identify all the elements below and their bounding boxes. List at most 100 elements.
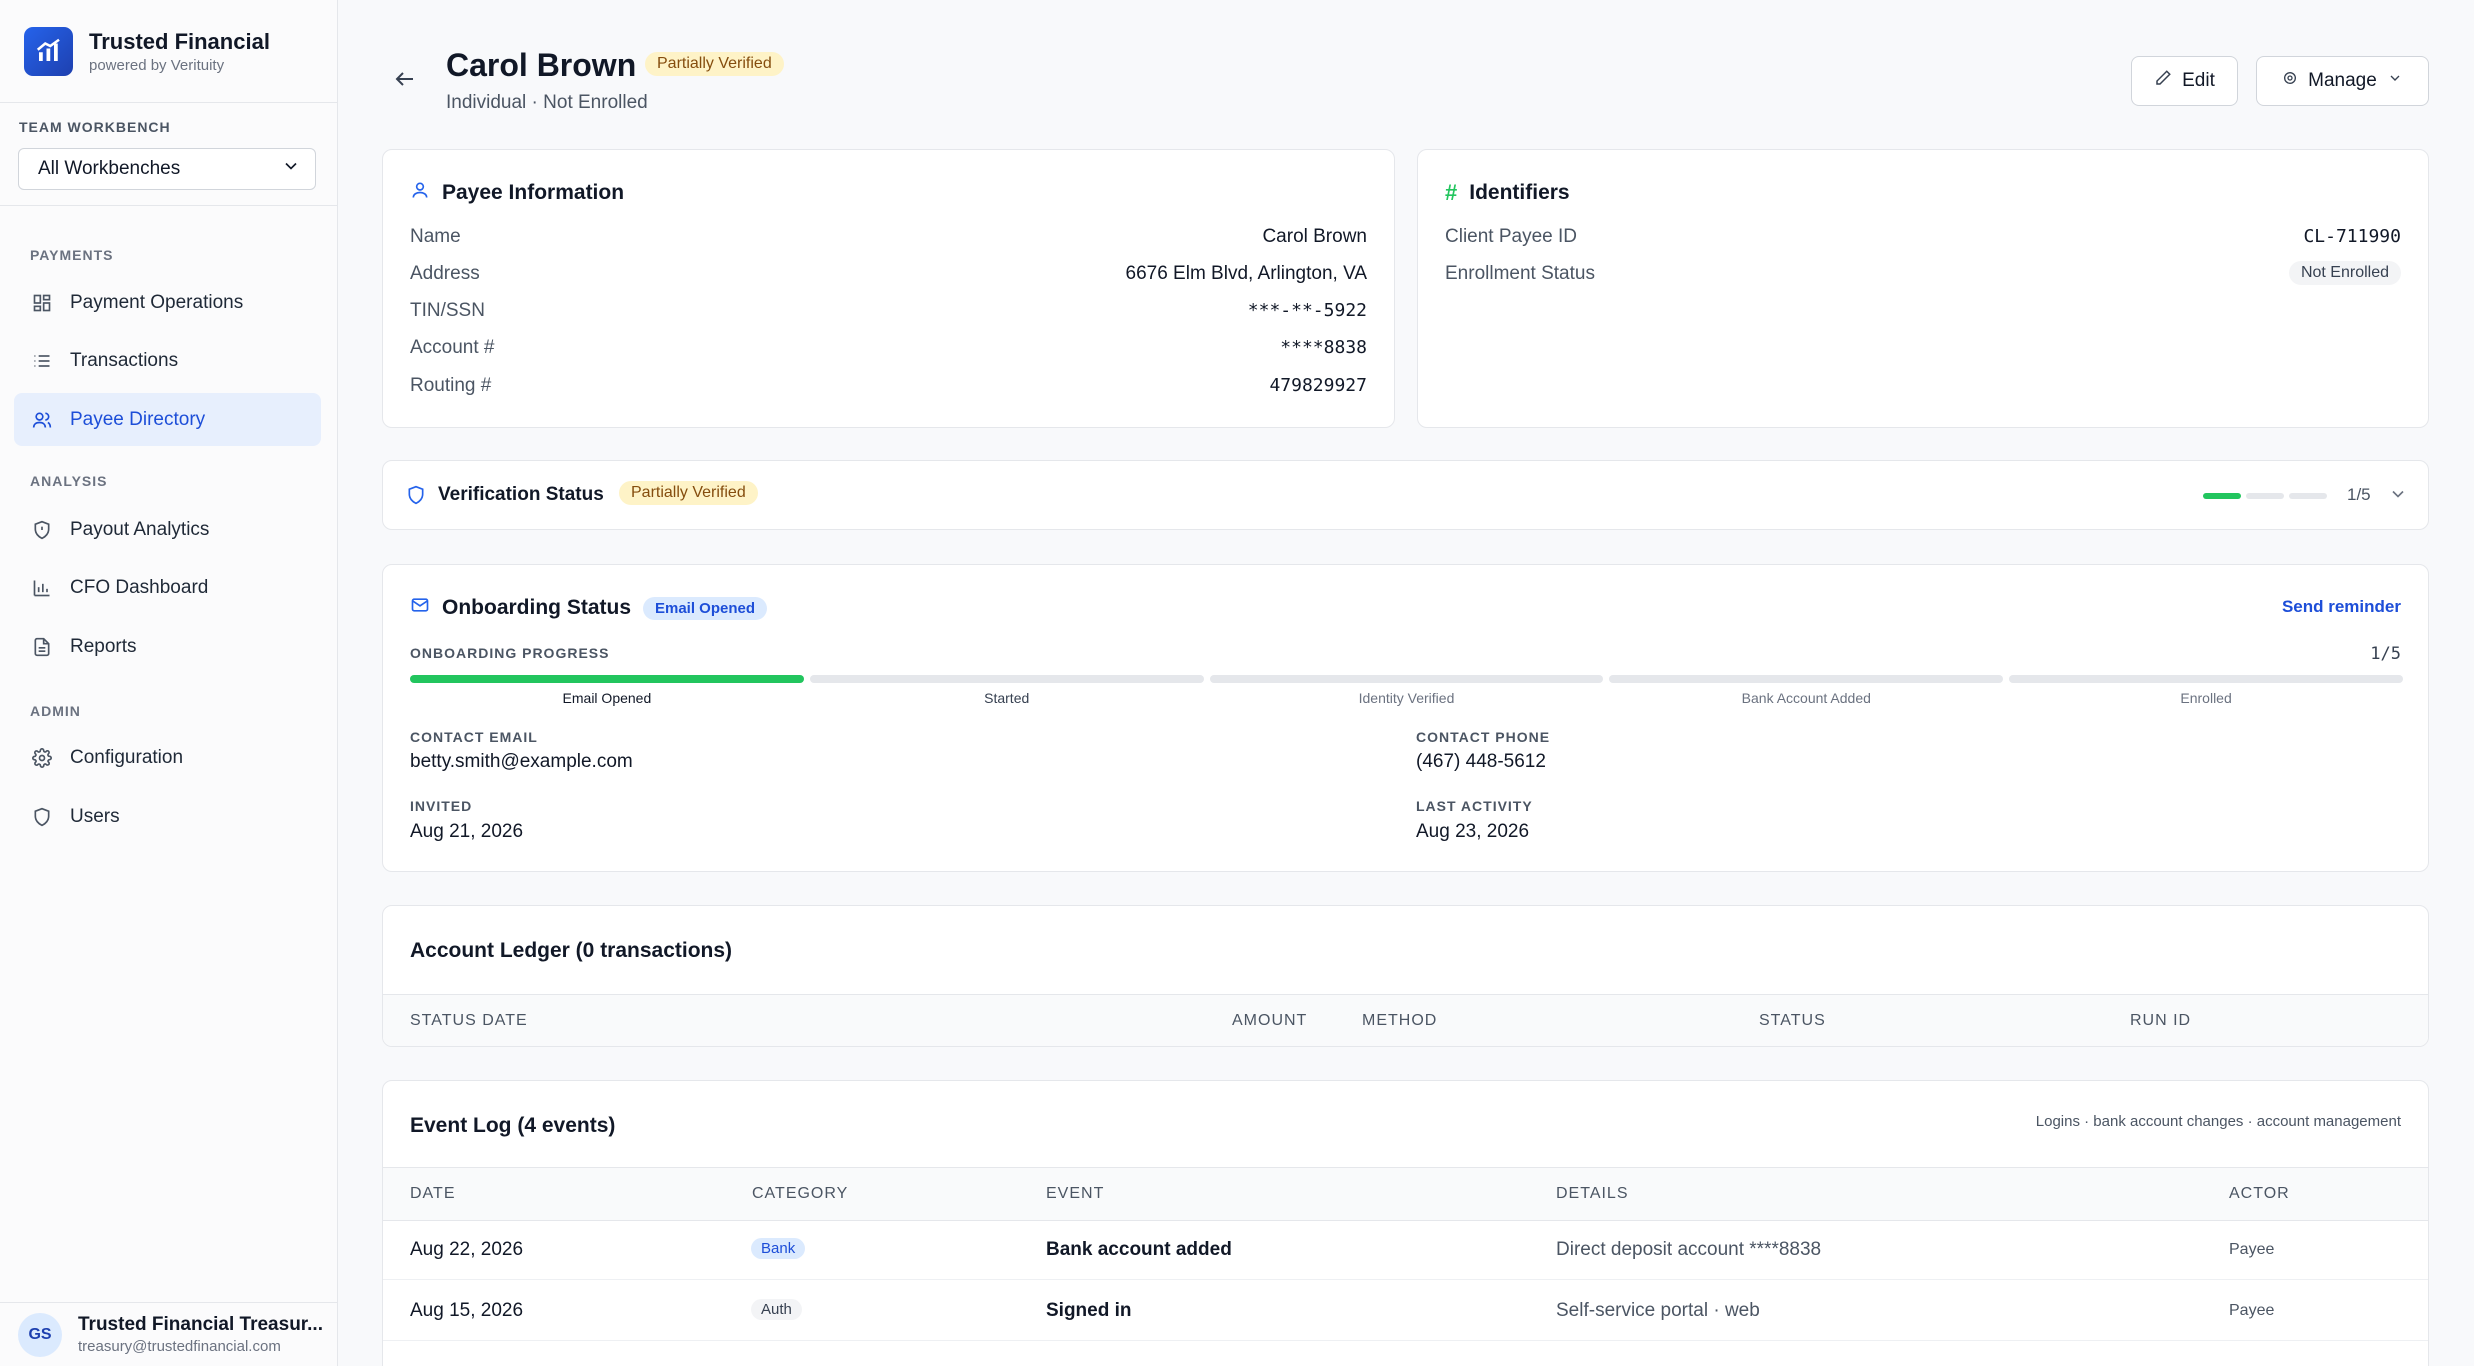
verification-progress: [2203, 493, 2327, 499]
sidebar-item-transactions[interactable]: Transactions: [14, 334, 321, 387]
verification-segment: [2246, 493, 2284, 499]
sidebar-item-payout-analytics[interactable]: Payout Analytics: [14, 503, 321, 556]
send-reminder-link[interactable]: Send reminder: [2282, 597, 2401, 617]
verification-card[interactable]: Verification Status Partially Verified 1…: [382, 460, 2429, 530]
event-log-subtitle: Logins · bank account changes · account …: [2035, 1113, 2401, 1130]
info-label: Account #: [410, 337, 495, 358]
payee-info-card: Payee Information Name Carol Brown Addres…: [382, 149, 1395, 428]
event-actor: Payee: [2229, 1302, 2275, 1319]
workbench-selected-value: All Workbenches: [38, 158, 181, 179]
payee-info-title: Payee Information: [442, 181, 625, 204]
arrow-left-icon: [393, 67, 417, 96]
contact-phone: (467) 448-5612: [1416, 751, 1546, 772]
info-label: Routing #: [410, 375, 492, 396]
workbench-label: TEAM WORKBENCH: [19, 119, 171, 135]
event-name: Bank account added: [1046, 1239, 1232, 1260]
identifiers-title: Identifiers: [1469, 181, 1570, 204]
column-header[interactable]: DATE: [410, 1185, 455, 1203]
verification-segment: [2203, 493, 2241, 499]
enrollment-status-badge: Not Enrolled: [2288, 261, 2401, 285]
onboarding-card: Onboarding Status Email Opened Send remi…: [382, 564, 2429, 872]
column-header[interactable]: AMOUNT: [1232, 1012, 1307, 1030]
brand[interactable]: Trusted Financial powered by Verituity: [0, 0, 337, 103]
onboarding-step-bar: [2009, 675, 2403, 683]
info-value: ****8838: [1280, 337, 1367, 358]
onboarding-step-label: Started: [984, 690, 1030, 706]
sidebar-item-reports[interactable]: Reports: [14, 620, 321, 673]
workbench-select[interactable]: All Workbenches: [18, 148, 316, 190]
grid-icon: [30, 291, 54, 315]
user-email: treasury@trustedfinancial.com: [78, 1338, 281, 1355]
ledger-table-header: STATUS DATE AMOUNT METHOD STATUS RUN ID: [383, 994, 2428, 1046]
back-button[interactable]: [390, 66, 420, 96]
shield-icon: [30, 518, 54, 542]
chevron-down-icon[interactable]: [2388, 484, 2408, 509]
info-row-address: Address 6676 Elm Blvd, Arlington, VA: [410, 263, 1367, 285]
verification-segment: [2289, 493, 2327, 499]
event-log-card: Event Log (4 events) Logins · bank accou…: [382, 1080, 2429, 1366]
info-label: Name: [410, 226, 461, 247]
shield-icon: [406, 485, 426, 510]
row-divider: [383, 1279, 2428, 1280]
event-details: Self-service portal · web: [1556, 1300, 1760, 1321]
identifier-row-enrollment: Enrollment Status Not Enrolled: [1445, 261, 2401, 285]
info-row-tin: TIN/SSN ***-**-5922: [410, 300, 1367, 322]
info-value: ***-**-5922: [1247, 300, 1367, 321]
onboarding-step-label: Enrolled: [2180, 690, 2232, 706]
sidebar-item-users[interactable]: Users: [14, 790, 321, 843]
manage-button[interactable]: Manage: [2256, 56, 2429, 106]
identifier-label: Enrollment Status: [1445, 263, 1595, 284]
sidebar: Trusted Financial powered by Verituity T…: [0, 0, 338, 1366]
info-row-name: Name Carol Brown: [410, 226, 1367, 248]
card-title: Payee Information: [410, 180, 624, 206]
sidebar-item-label: Payout Analytics: [70, 518, 210, 540]
sidebar-item-cfo-dashboard[interactable]: CFO Dashboard: [14, 561, 321, 614]
column-header[interactable]: STATUS: [1759, 1012, 1826, 1030]
column-header[interactable]: EVENT: [1046, 1185, 1104, 1203]
column-header[interactable]: DETAILS: [1556, 1185, 1629, 1203]
sidebar-item-label: Payee Directory: [70, 408, 206, 430]
onboarding-progress-label: ONBOARDING PROGRESS: [410, 645, 610, 661]
column-header[interactable]: CATEGORY: [752, 1185, 848, 1203]
chevron-down-icon: [2387, 70, 2403, 92]
edit-button[interactable]: Edit: [2131, 56, 2238, 106]
chevron-down-icon: [281, 156, 301, 182]
onboarding-progress-count: 1/5: [2370, 644, 2401, 664]
nav-section-admin: ADMIN: [30, 703, 81, 719]
contact-email: betty.smith@example.com: [410, 751, 633, 772]
verification-count: 1/5: [2347, 485, 2371, 504]
card-title: Onboarding Status Email Opened: [410, 595, 768, 621]
column-header[interactable]: ACTOR: [2229, 1185, 2290, 1203]
row-divider: [383, 1340, 2428, 1341]
verification-badge: Partially Verified: [619, 481, 758, 505]
sidebar-item-payee-directory[interactable]: Payee Directory: [14, 393, 321, 446]
event-name: Signed in: [1046, 1300, 1132, 1321]
bar-chart-icon: [30, 576, 54, 600]
category-badge: Auth: [751, 1299, 802, 1320]
onboarding-step-bar: [809, 675, 1204, 683]
users-icon: [30, 408, 54, 432]
edit-button-label: Edit: [2182, 70, 2215, 91]
identifiers-card: # Identifiers Client Payee ID CL-711990 E…: [1417, 149, 2429, 428]
onboarding-step-bar: [1209, 675, 1604, 683]
column-header[interactable]: METHOD: [1362, 1012, 1437, 1030]
event-date: Aug 15, 2026: [410, 1300, 524, 1321]
gear-icon: [2282, 70, 2298, 92]
column-header[interactable]: STATUS DATE: [410, 1012, 528, 1030]
page-title: Carol Brown: [446, 47, 637, 83]
sidebar-item-payment-operations[interactable]: Payment Operations: [14, 276, 321, 329]
category-badge: Bank: [751, 1238, 806, 1259]
contact-phone-label: CONTACT PHONE: [1416, 729, 1551, 745]
list-icon: [30, 349, 54, 373]
user-profile[interactable]: GS Trusted Financial Treasur... treasury…: [0, 1302, 338, 1366]
invited-date: Aug 21, 2026: [410, 821, 524, 842]
identifier-row-client-id: Client Payee ID CL-711990: [1445, 226, 2401, 248]
shield-icon: [30, 805, 54, 829]
page-subtitle: Individual · Not Enrolled: [446, 92, 648, 113]
manage-button-label: Manage: [2308, 70, 2377, 91]
sidebar-item-configuration[interactable]: Configuration: [14, 731, 321, 784]
ledger-title: Account Ledger (0 transactions): [410, 939, 733, 962]
last-activity-date: Aug 23, 2026: [1416, 821, 1530, 842]
column-header[interactable]: RUN ID: [2130, 1012, 2191, 1030]
identifier-label: Client Payee ID: [1445, 226, 1578, 247]
